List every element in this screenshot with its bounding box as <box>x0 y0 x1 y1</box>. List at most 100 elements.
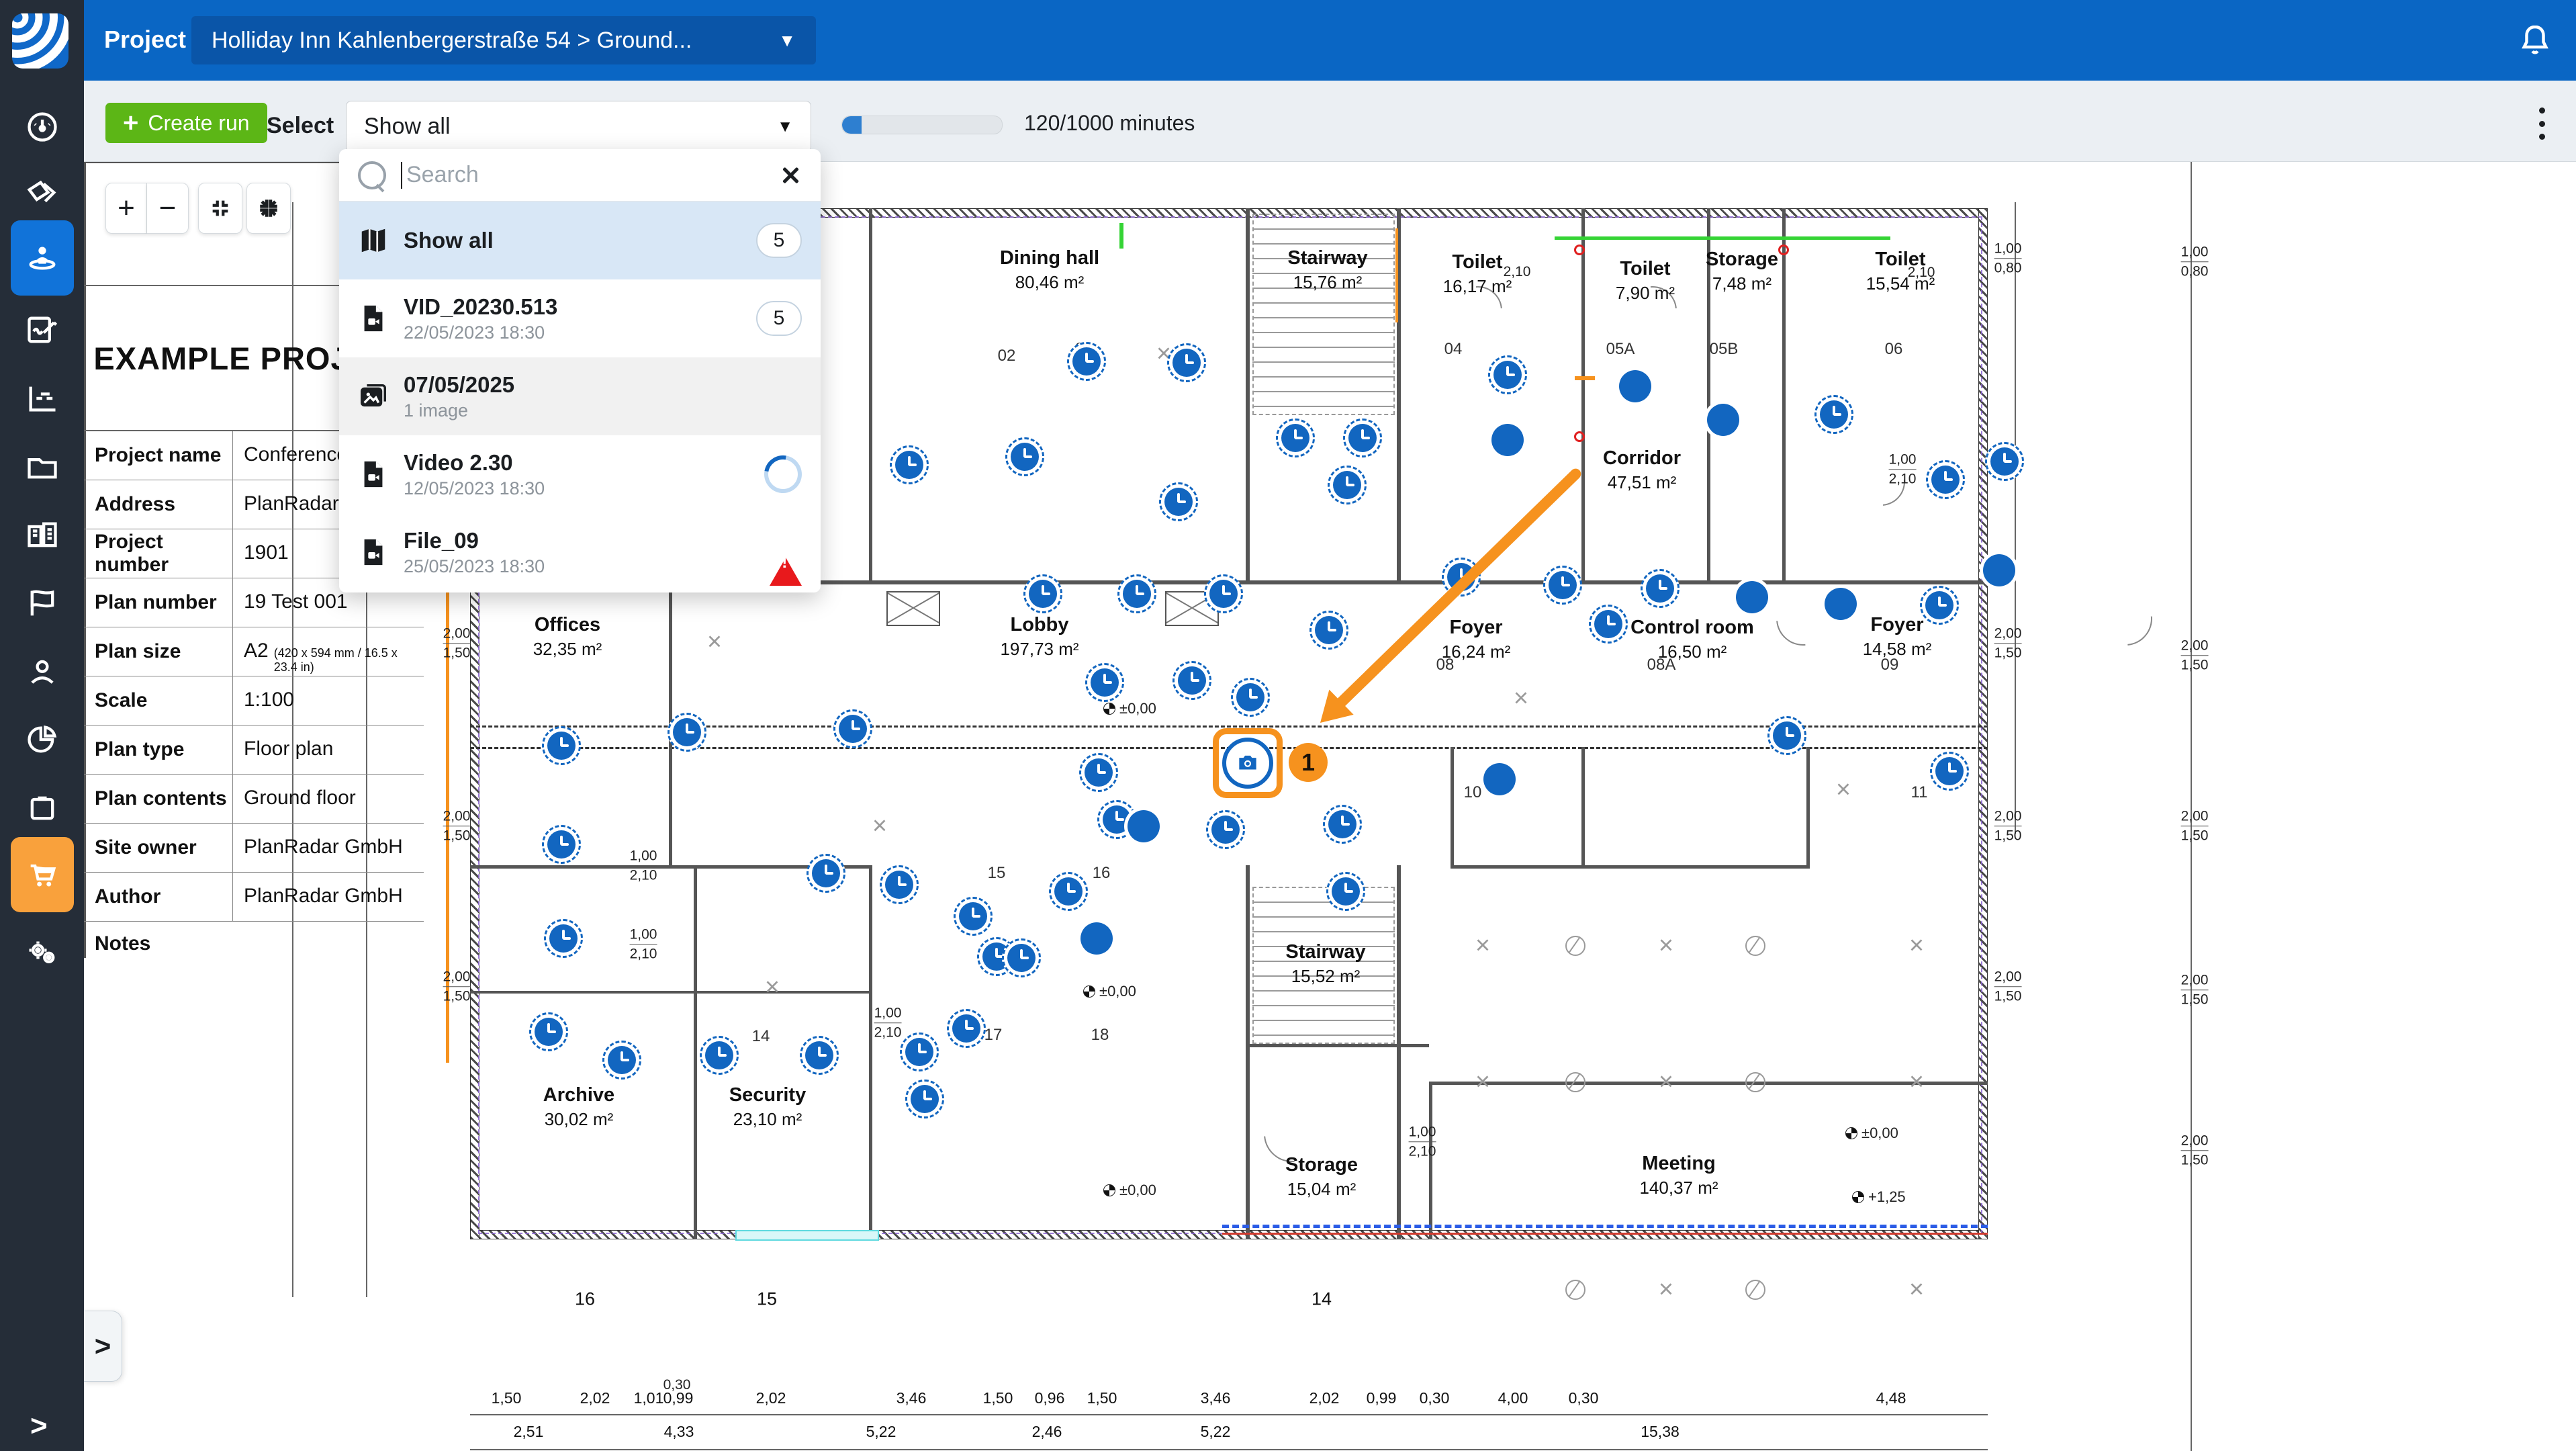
tags-icon[interactable] <box>16 169 68 222</box>
clipboard-icon[interactable] <box>16 782 68 834</box>
clock-pin[interactable] <box>1206 810 1245 849</box>
room-label: Storage7,48 m² <box>1706 249 1778 294</box>
level-marker-icon <box>1103 1184 1115 1196</box>
clock-pin[interactable] <box>880 865 919 904</box>
sidebar-item-plans-active[interactable] <box>11 220 74 296</box>
grid-cross: × <box>1909 1276 1924 1305</box>
plain-pin[interactable] <box>1080 922 1113 955</box>
clock-pin[interactable] <box>1767 716 1806 755</box>
clock-pin[interactable] <box>890 445 929 484</box>
clock-pin[interactable] <box>1343 419 1382 457</box>
clock-pin[interactable] <box>1049 872 1088 911</box>
clock-pin[interactable] <box>954 897 993 936</box>
clock-pin[interactable] <box>1814 395 1853 434</box>
clock-pin[interactable] <box>1326 872 1365 911</box>
dimension-label: 0,99 <box>1367 1389 1397 1407</box>
plain-pin[interactable] <box>1825 588 1857 620</box>
planradar-logo[interactable] <box>12 13 68 69</box>
clock-pin[interactable] <box>800 1036 839 1075</box>
settings-gears-icon[interactable] <box>16 928 68 981</box>
statistics-icon[interactable] <box>16 372 68 425</box>
plain-pin[interactable] <box>1619 370 1651 402</box>
search-input[interactable] <box>405 161 776 189</box>
clock-pin[interactable] <box>1930 752 1969 791</box>
person-icon[interactable] <box>16 646 68 699</box>
clock-pin[interactable] <box>1085 663 1124 702</box>
clock-pin[interactable] <box>833 709 872 748</box>
clock-pin[interactable] <box>1985 442 2024 481</box>
clock-pin[interactable] <box>1589 605 1628 644</box>
notifications-bell-icon[interactable] <box>2515 20 2555 60</box>
grid-cross: × <box>1836 776 1851 805</box>
flag-icon[interactable] <box>16 578 68 630</box>
clock-pin[interactable] <box>602 1041 641 1080</box>
plain-pin[interactable] <box>1128 810 1160 842</box>
create-run-button[interactable]: + Create run <box>105 103 267 143</box>
clock-pin[interactable] <box>529 1012 568 1051</box>
clock-pin[interactable] <box>1231 678 1270 717</box>
plain-pin[interactable] <box>1736 581 1768 613</box>
dropdown-item-show-all[interactable]: Show all5 <box>339 202 821 279</box>
clock-pin[interactable] <box>1328 466 1367 504</box>
level-marker-value: ±0,00 <box>1119 1182 1156 1199</box>
plain-pin[interactable] <box>1483 763 1516 795</box>
clock-pin[interactable] <box>1323 805 1362 844</box>
project-selector[interactable]: Holliday Inn Kahlenbergerstraße 54 > Gro… <box>191 16 816 64</box>
buildings-icon[interactable] <box>16 509 68 562</box>
form-signature-icon[interactable] <box>16 304 68 356</box>
camera-pin[interactable] <box>1222 738 1273 789</box>
clock-pin[interactable] <box>1204 574 1243 613</box>
clock-pin[interactable] <box>700 1036 739 1075</box>
sidebar-item-store-active[interactable] <box>11 837 74 912</box>
expand-panel-tab[interactable]: > <box>84 1311 122 1382</box>
plain-pin[interactable] <box>1983 554 2015 586</box>
folder-icon[interactable] <box>16 441 68 493</box>
title-block-row-label: Project name <box>84 431 233 480</box>
clock-pin[interactable] <box>1926 460 1965 499</box>
clock-pin[interactable] <box>900 1032 939 1071</box>
pin-count-badge[interactable]: 1 <box>1289 743 1328 782</box>
dimension-pair-label: 1,002,10 <box>630 847 657 885</box>
kebab-menu-icon[interactable] <box>2525 105 2559 142</box>
clock-pin[interactable] <box>1005 437 1044 476</box>
close-icon[interactable] <box>779 164 802 187</box>
clock-pin[interactable] <box>1920 586 1959 625</box>
clock-pin[interactable] <box>544 919 583 958</box>
dimension-label: 5,22 <box>1201 1423 1231 1441</box>
clock-pin[interactable] <box>1067 342 1106 381</box>
clock-pin[interactable] <box>1172 661 1211 700</box>
clock-pin[interactable] <box>1023 574 1062 613</box>
dropdown-item-vid-20230-513[interactable]: VID_20230.51322/05/2023 18:305 <box>339 279 821 357</box>
clock-pin[interactable] <box>1079 753 1118 792</box>
clock-pin[interactable] <box>1543 566 1582 605</box>
dropdown-item-07-05-2025[interactable]: 07/05/20251 image <box>339 357 821 435</box>
sidebar-collapse-chevron[interactable]: > <box>30 1409 48 1443</box>
chevron-down-icon: ▼ <box>777 118 793 136</box>
dropdown-item-title: Video 2.30 <box>404 450 545 476</box>
filter-select[interactable]: Show all ▼ <box>346 101 811 152</box>
clock-pin[interactable] <box>905 1080 944 1118</box>
clock-pin[interactable] <box>1002 938 1041 977</box>
dropdown-item-file-09[interactable]: File_0925/05/2023 18:30 <box>339 513 821 591</box>
plain-pin[interactable] <box>1707 404 1739 436</box>
clock-pin[interactable] <box>1167 343 1206 382</box>
pie-chart-icon[interactable] <box>16 713 68 766</box>
door-number: 04 <box>1444 340 1463 359</box>
clock-pin[interactable] <box>542 825 581 864</box>
clock-pin[interactable] <box>542 726 581 765</box>
level-marker-icon <box>1083 985 1095 998</box>
clock-pin[interactable] <box>1309 611 1348 650</box>
clock-pin[interactable] <box>1641 569 1680 608</box>
clock-pin[interactable] <box>1488 355 1527 394</box>
dashboard-gauge-icon[interactable] <box>16 101 68 153</box>
clock-pin[interactable] <box>947 1009 986 1048</box>
sidebar: > <box>0 0 84 1451</box>
clock-pin[interactable] <box>1159 482 1198 521</box>
clock-pin[interactable] <box>807 854 845 893</box>
room-name: Toilet <box>1616 258 1675 280</box>
clock-pin[interactable] <box>1117 574 1156 613</box>
clock-pin[interactable] <box>668 713 706 752</box>
dropdown-item-video-2-30[interactable]: Video 2.3012/05/2023 18:30 <box>339 435 821 513</box>
plain-pin[interactable] <box>1491 424 1524 456</box>
clock-pin[interactable] <box>1276 419 1315 457</box>
